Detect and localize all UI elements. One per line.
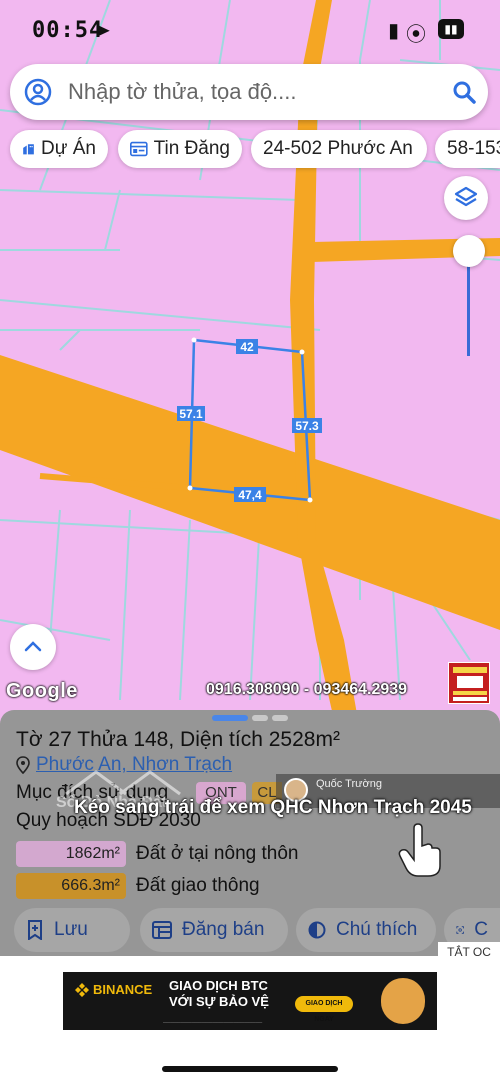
ad-headline-line-2: VỚI SỰ BẢO VỆ: [169, 994, 269, 1009]
search-icon[interactable]: [450, 78, 478, 106]
land-use-label: Đất giao thông: [136, 875, 260, 896]
building-icon: [23, 144, 34, 155]
layers-icon: [454, 186, 478, 207]
search-input[interactable]: [68, 72, 438, 112]
post-for-sale-button[interactable]: Đăng bán: [140, 908, 288, 952]
expand-up-button[interactable]: [10, 624, 56, 670]
chip-label: 24-502 Phước An: [263, 138, 413, 159]
capture-button-label: C: [474, 919, 488, 940]
action-bar: Lưu Đăng bán Chú thích C: [0, 908, 500, 952]
battery-icon: ▮▮: [438, 19, 464, 39]
user-profile-icon[interactable]: [24, 78, 52, 106]
swipe-hand-icon: [398, 823, 441, 877]
phone-overlay: 0916.308090 - 093464.2939: [206, 681, 408, 698]
chip-tin-dang[interactable]: Tin Đăng: [118, 130, 242, 168]
home-indicator[interactable]: [162, 1066, 338, 1072]
parcel-edge-top-label: 42: [240, 340, 254, 354]
status-bar: 00:54 ➤ ▮ ⦿ ▮▮: [0, 0, 500, 60]
ad-headline: GIAO DỊCH BTC VỚI SỰ BẢO VỆ: [169, 978, 269, 1010]
land-use-label: Đất ở tại nông thôn: [136, 843, 299, 864]
navigation-arrow-icon: ➤: [94, 20, 111, 42]
binance-logo-icon: [75, 982, 89, 997]
land-use-area: 1862m²: [16, 841, 126, 867]
google-attribution: Google: [6, 680, 78, 702]
ad-cta-button[interactable]: GIAO DỊCH NGAY: [295, 996, 353, 1023]
agency-badge-image: [448, 662, 490, 704]
land-use-row: 1862m² Đất ở tại nông thôn: [16, 840, 298, 868]
chevron-up-icon: [24, 641, 42, 652]
layers-button[interactable]: [444, 176, 488, 220]
video-caption: Kéo sang trái để xem QHC Nhơn Trạch 2045: [74, 797, 472, 818]
ad-brand: BINANCE: [75, 982, 152, 997]
location-pin-icon: [16, 756, 30, 774]
wifi-icon: ⦿: [406, 24, 426, 46]
save-button[interactable]: Lưu: [14, 908, 130, 952]
chip-label: 58-153: [447, 138, 500, 159]
chip-recent-parcel-2[interactable]: 58-153: [435, 130, 500, 168]
bookmark-add-icon: [28, 920, 42, 940]
post-for-sale-label: Đăng bán: [182, 919, 265, 940]
parcel-edge-left-label: 57.1: [179, 407, 203, 421]
ad-fine-print: ────────────────────────────: [163, 1020, 263, 1026]
capture-icon: [456, 926, 464, 934]
parcel-edge-right-label: 57.3: [295, 419, 319, 433]
ad-headline-line-1: GIAO DỊCH BTC: [169, 978, 268, 993]
ad-spokesperson-image: [381, 978, 425, 1024]
channel-name: Quốc Trường: [316, 778, 382, 790]
page-indicator[interactable]: [212, 715, 288, 721]
clock: 00:54: [32, 18, 104, 43]
chip-recent-parcel-1[interactable]: 24-502 Phước An: [251, 130, 427, 168]
parcel-title: Tờ 27 Thửa 148, Diện tích 2528m²: [16, 728, 340, 751]
legend-button[interactable]: Chú thích: [296, 908, 436, 952]
parcel-edge-bottom-label: 47,4: [238, 488, 262, 502]
ad-brand-label: BINANCE: [93, 982, 153, 997]
land-use-row: 666.3m² Đất giao thông: [16, 872, 260, 900]
listing-icon: [130, 141, 148, 157]
signal-icon: ▮: [388, 20, 400, 42]
opacity-slider-handle[interactable]: [453, 235, 485, 267]
chip-du-an[interactable]: Dự Án: [10, 130, 108, 168]
list-icon: [152, 921, 172, 939]
legend-icon: [308, 921, 326, 939]
chip-label: Dự Án: [41, 138, 96, 159]
ad-banner[interactable]: BINANCE GIAO DỊCH BTC VỚI SỰ BẢO VỆ GIAO…: [63, 972, 437, 1030]
legend-button-label: Chú thích: [336, 919, 418, 940]
search-bar[interactable]: [10, 64, 488, 120]
chip-label: Tin Đăng: [153, 138, 230, 159]
land-use-area: 666.3m²: [16, 873, 126, 899]
save-button-label: Lưu: [54, 919, 88, 940]
